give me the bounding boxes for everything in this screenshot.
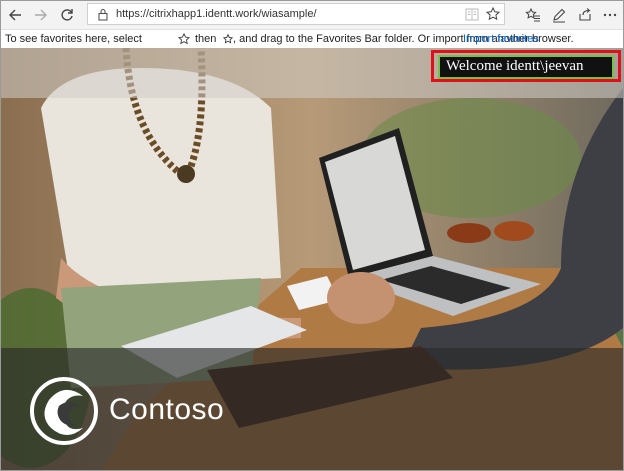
address-bar[interactable]: https://citrixhapp1.identt.work/wiasampl… bbox=[87, 3, 505, 25]
star-icon bbox=[178, 33, 190, 45]
welcome-highlight: Welcome identt\jeevan bbox=[431, 50, 621, 82]
pen-icon bbox=[553, 8, 566, 23]
browser-toolbar: https://citrixhapp1.identt.work/wiasampl… bbox=[1, 1, 623, 30]
forward-arrow-icon bbox=[35, 9, 47, 21]
more-button[interactable] bbox=[598, 3, 622, 27]
favorites-hub-icon bbox=[525, 7, 540, 22]
import-favorites-link[interactable]: Import favorites bbox=[463, 33, 539, 45]
back-button[interactable] bbox=[3, 3, 27, 27]
welcome-text: Welcome identt\jeevan bbox=[446, 58, 584, 74]
more-icon bbox=[603, 13, 617, 17]
welcome-banner: Welcome identt\jeevan bbox=[438, 55, 614, 79]
forward-button[interactable] bbox=[29, 3, 53, 27]
favorite-star-icon[interactable] bbox=[486, 7, 500, 21]
share-button[interactable] bbox=[573, 3, 597, 27]
brand-name: Contoso bbox=[109, 393, 225, 426]
favorites-hint-bar: To see favorites here, select then , and… bbox=[1, 30, 623, 48]
pen-button[interactable] bbox=[547, 3, 571, 27]
contoso-logo-icon bbox=[30, 377, 98, 445]
star-small-icon bbox=[223, 34, 233, 44]
favorites-hint-then: then bbox=[195, 33, 217, 45]
refresh-icon bbox=[61, 9, 73, 21]
back-arrow-icon bbox=[9, 9, 21, 21]
favorites-hint-text: To see favorites here, select bbox=[5, 33, 142, 45]
browser-window: https://citrixhapp1.identt.work/wiasampl… bbox=[0, 0, 624, 471]
page-content: Welcome identt\jeevan Contoso bbox=[1, 48, 623, 470]
refresh-button[interactable] bbox=[55, 3, 79, 27]
favorites-hub-button[interactable] bbox=[521, 3, 545, 27]
url-text: https://citrixhapp1.identt.work/wiasampl… bbox=[116, 8, 317, 20]
reading-view-icon[interactable] bbox=[465, 8, 479, 21]
share-icon bbox=[579, 8, 591, 21]
lock-icon bbox=[98, 8, 108, 21]
brand-overlay-band: Contoso bbox=[1, 348, 623, 470]
